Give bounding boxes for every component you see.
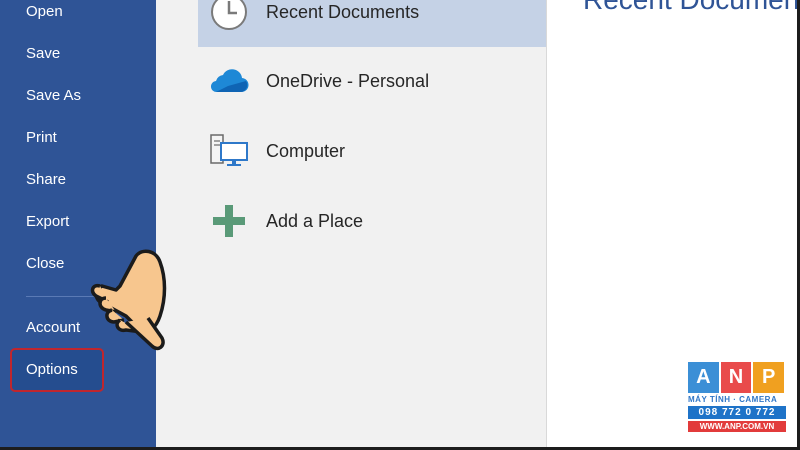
watermark-tagline: MÁY TÍNH · CAMERA bbox=[688, 395, 778, 404]
anp-logo: A N P bbox=[688, 362, 786, 393]
pointing-hand-icon bbox=[86, 246, 176, 356]
plus-icon bbox=[206, 198, 252, 244]
cloud-icon bbox=[206, 58, 252, 104]
clock-icon bbox=[206, 0, 252, 35]
place-computer[interactable]: Computer bbox=[198, 116, 546, 186]
place-label: Computer bbox=[266, 140, 346, 161]
window: Open Save Save As Print Share Export Clo… bbox=[0, 0, 797, 447]
place-label: OneDrive - Personal bbox=[266, 70, 430, 91]
computer-icon bbox=[206, 128, 252, 174]
sidebar-item-print[interactable]: Print bbox=[10, 119, 103, 157]
place-add[interactable]: Add a Place bbox=[198, 186, 546, 256]
place-recent-documents[interactable]: Recent Documents bbox=[198, 0, 546, 47]
sidebar-item-save-as[interactable]: Save As bbox=[10, 77, 103, 115]
panel-title: Recent Documents bbox=[583, 0, 797, 16]
places-panel: Recent Documents OneDrive - Personal Com… bbox=[156, 0, 546, 447]
logo-letter: N bbox=[720, 362, 752, 393]
sidebar-item-export[interactable]: Export bbox=[10, 203, 103, 241]
sidebar-item-share[interactable]: Share bbox=[10, 161, 103, 199]
sidebar-item-save[interactable]: Save bbox=[10, 35, 103, 73]
place-label: Add a Place bbox=[266, 210, 364, 231]
watermark-phone: 098 772 0 772 bbox=[688, 406, 786, 419]
watermark-website: WWW.ANP.COM.VN bbox=[688, 421, 786, 432]
logo-letter: P bbox=[753, 362, 785, 393]
place-onedrive[interactable]: OneDrive - Personal bbox=[198, 46, 546, 116]
place-label: Recent Documents bbox=[266, 1, 420, 22]
logo-letter: A bbox=[688, 362, 719, 393]
backstage-sidebar: Open Save Save As Print Share Export Clo… bbox=[0, 0, 156, 447]
anp-watermark: A N P MÁY TÍNH · CAMERA 098 772 0 772 WW… bbox=[688, 362, 786, 432]
sidebar-item-open[interactable]: Open bbox=[10, 0, 103, 31]
